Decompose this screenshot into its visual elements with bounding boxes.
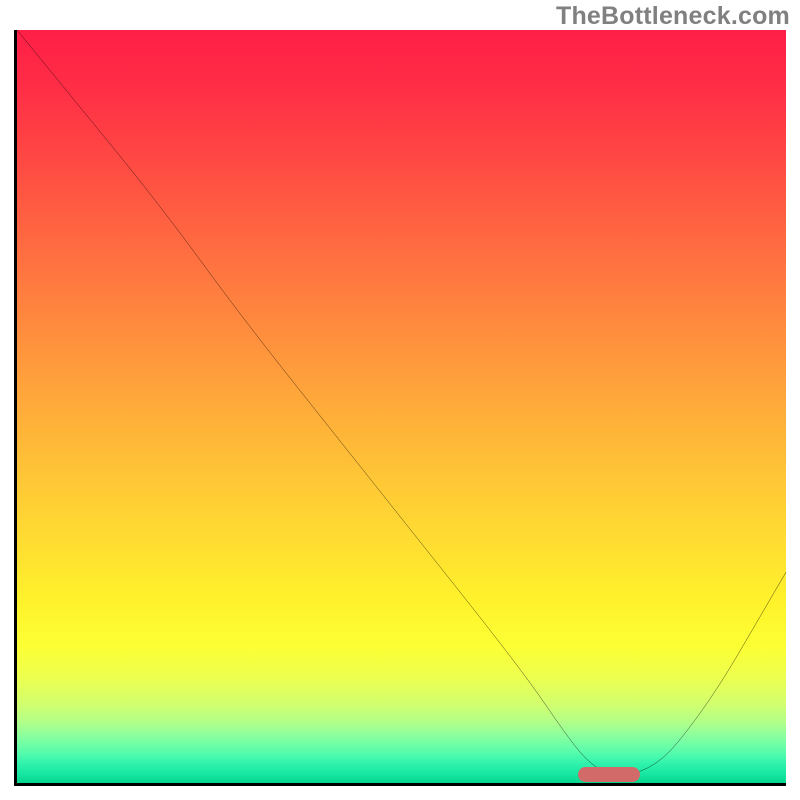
optimal-marker [578,767,640,782]
bottleneck-curve [17,30,786,783]
plot-area [14,30,786,786]
y-axis [14,30,17,786]
x-axis [14,783,786,786]
chart-stage: TheBottleneck.com [0,0,800,800]
watermark-text: TheBottleneck.com [556,2,790,31]
